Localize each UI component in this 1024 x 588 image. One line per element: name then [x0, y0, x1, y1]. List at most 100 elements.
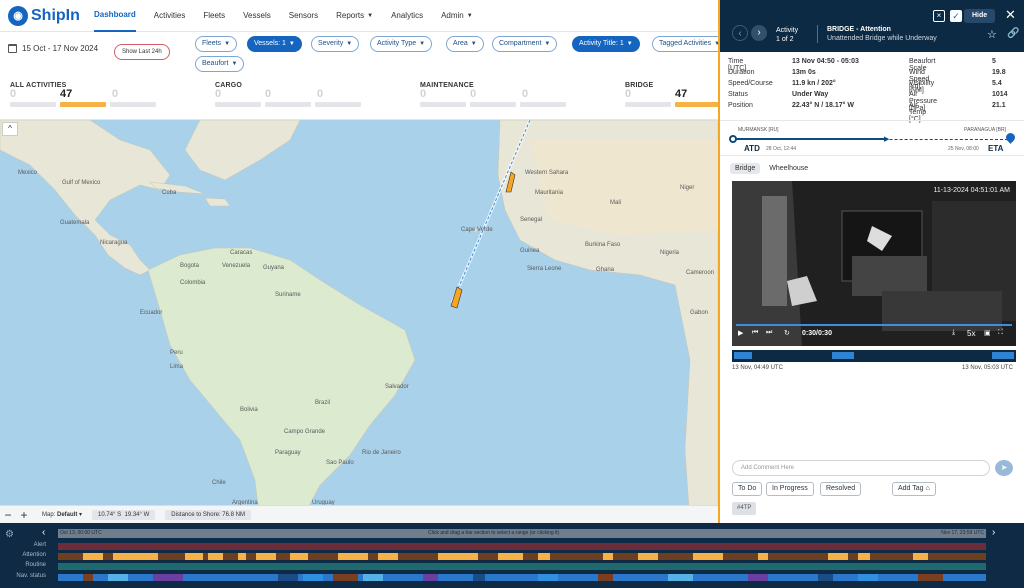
filter-chip-activity-type[interactable]: Activity Type ▼ — [370, 36, 433, 52]
attention-segment[interactable] — [185, 553, 203, 560]
filter-chip-tagged-activities[interactable]: Tagged Activities▼ — [652, 36, 728, 52]
comment-input[interactable]: Add Comment Here — [732, 460, 990, 476]
map[interactable]: Mexico Gulf of Mexico Cuba Guatemala Nicarag… — [0, 120, 718, 523]
skip-back-icon[interactable]: ⏮ — [752, 329, 758, 337]
summary-count: 0 — [317, 88, 324, 100]
filter-chip-beaufort[interactable]: Beaufort ▼ — [195, 56, 245, 72]
filter-chip-area[interactable]: Area ▼ — [446, 36, 484, 52]
filter-chip-severity[interactable]: Severity ▼ — [311, 36, 360, 52]
attention-segment[interactable] — [238, 553, 246, 560]
summary-category[interactable]: MAINTENANCE — [420, 82, 474, 89]
summary-bar — [520, 102, 566, 107]
attention-segment[interactable] — [498, 553, 523, 560]
skip-forward-icon[interactable]: ⏭ — [766, 329, 772, 337]
timeline-range-bar[interactable]: Oct 13, 00:00 UTC Click and drag a bar s… — [58, 529, 986, 538]
tab-wheelhouse[interactable]: Wheelhouse — [764, 163, 813, 174]
dismiss-icon[interactable]: × — [933, 10, 945, 22]
map-label: Campo Grande — [284, 429, 326, 435]
video-progress-bar[interactable] — [736, 324, 1012, 326]
download-icon[interactable]: ⤓ — [952, 329, 955, 337]
map-label: Caracas — [230, 250, 253, 256]
attention-segment[interactable] — [83, 553, 103, 560]
summary-category[interactable]: ALL ACTIVITIES — [10, 82, 66, 89]
attention-segment[interactable] — [858, 553, 870, 560]
attention-segment[interactable] — [758, 553, 768, 560]
star-icon[interactable]: ☆ — [987, 28, 997, 41]
map-type-selector[interactable]: Map: Default ▾ — [42, 511, 82, 518]
filter-chip-vessels-[interactable]: Vessels: 1 ▼ — [247, 36, 302, 52]
summary-bar — [265, 102, 311, 107]
timeline-row-base — [58, 563, 986, 570]
nav-activities[interactable]: Activities — [154, 0, 186, 32]
map-label: Gulf of Mexico — [62, 180, 101, 186]
nav-reports[interactable]: Reports ▼ — [336, 0, 373, 32]
timeline-row[interactable] — [58, 574, 986, 581]
attention-segment[interactable] — [338, 553, 368, 560]
attention-segment[interactable] — [603, 553, 613, 560]
chevron-down-icon: ▼ — [231, 61, 238, 67]
show-last-24h-button[interactable]: Show Last 24h — [114, 44, 170, 60]
route-progress — [734, 138, 884, 140]
hide-button[interactable]: Hide — [964, 9, 996, 23]
in-progress-button[interactable]: In Progress — [766, 482, 814, 496]
metric-value: 21.1 — [992, 102, 1006, 109]
attention-segment[interactable] — [913, 553, 928, 560]
filter-chip-label: Tagged Activities — [659, 40, 712, 47]
replay-icon[interactable]: ↻ — [784, 329, 790, 337]
timeline-prev-icon[interactable]: ‹ — [42, 527, 45, 538]
nav-admin[interactable]: Admin ▼ — [441, 0, 473, 32]
nav-dashboard[interactable]: Dashboard — [94, 0, 136, 32]
close-icon[interactable]: ✕ — [1005, 7, 1016, 23]
filter-chip-activity-title-[interactable]: Activity Title: 1 ▼ — [572, 36, 640, 52]
attention-segment[interactable] — [438, 553, 478, 560]
timeline-settings-icon[interactable]: ⚙ — [5, 529, 14, 540]
attention-segment[interactable] — [113, 553, 158, 560]
nav-vessels[interactable]: Vessels — [243, 0, 271, 32]
playback-speed[interactable]: 5x — [967, 329, 975, 338]
nav-sensors[interactable]: Sensors — [289, 0, 318, 32]
atd-label: ATD — [744, 144, 760, 153]
video-scrubber[interactable] — [732, 350, 1016, 362]
activity-timeline[interactable]: ⚙ ‹ › Oct 13, 00:00 UTC Click and drag a… — [0, 523, 1024, 588]
calendar-icon — [8, 44, 17, 53]
attention-segment[interactable] — [693, 553, 723, 560]
link-icon[interactable]: 🔗 — [1007, 28, 1019, 39]
attention-segment[interactable] — [256, 553, 276, 560]
play-icon[interactable]: ▶ — [738, 329, 743, 337]
nav-fleets[interactable]: Fleets — [203, 0, 225, 32]
filter-chip-fleets[interactable]: Fleets ▼ — [195, 36, 238, 52]
zoom-in-button[interactable]: + — [16, 508, 32, 522]
next-activity-icon[interactable]: › — [751, 25, 767, 41]
attention-segment[interactable] — [828, 553, 848, 560]
send-icon[interactable]: ➤ — [995, 460, 1013, 476]
nav-analytics[interactable]: Analytics — [391, 0, 423, 32]
video-player[interactable]: 11-13-2024 04:51:01 AM ▶ ⏮ ⏭ ↻ 0:30/0:30… — [732, 181, 1016, 346]
attention-segment[interactable] — [638, 553, 658, 560]
filter-chip-compartment[interactable]: Compartment ▼ — [492, 36, 558, 52]
map-type-label: Map: — [42, 512, 56, 518]
resolved-button[interactable]: Resolved — [820, 482, 862, 496]
add-tag-button[interactable]: Add Tag ⌂ — [892, 482, 936, 496]
zoom-out-button[interactable]: − — [0, 508, 16, 522]
tag-chip[interactable]: #4TP — [732, 502, 757, 515]
map-label: Salvador — [385, 384, 409, 390]
attention-segment[interactable] — [208, 553, 223, 560]
timeline-next-icon[interactable]: › — [992, 527, 995, 538]
timeline-row[interactable] — [58, 543, 986, 550]
attention-segment[interactable] — [378, 553, 398, 560]
attention-segment[interactable] — [290, 553, 308, 560]
pip-icon[interactable]: ▣ — [984, 329, 991, 337]
map-collapse-button[interactable]: ^ — [2, 122, 18, 136]
timeline-row[interactable] — [58, 553, 986, 560]
attention-segment[interactable] — [538, 553, 550, 560]
atd-date: 28 Oct, 12:44 — [766, 146, 797, 152]
activity-panel: ‹ › Activity 1 of 2 BRIDGE - Attention U… — [718, 0, 1024, 523]
to-do-button[interactable]: To Do — [732, 482, 763, 496]
tab-bridge[interactable]: Bridge — [730, 163, 761, 174]
timeline-row[interactable] — [58, 563, 986, 570]
prev-activity-icon[interactable]: ‹ — [732, 25, 748, 41]
date-range-picker[interactable]: 15 Oct - 17 Nov 2024 — [8, 44, 98, 53]
shipin-logo[interactable]: ◉ ShipIn — [8, 5, 88, 26]
fullscreen-icon[interactable]: ⛶ — [998, 329, 1003, 337]
approve-icon[interactable]: ✓ — [950, 10, 962, 22]
